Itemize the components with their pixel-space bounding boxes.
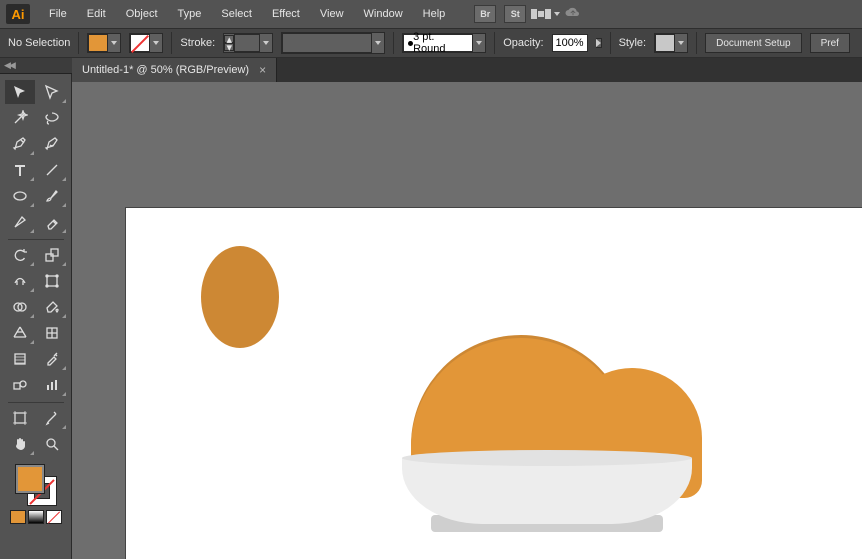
document-tabstrip: Untitled-1* @ 50% (RGB/Preview) × — [72, 58, 862, 82]
chevron-right-icon — [596, 39, 601, 47]
ellipse-tool[interactable] — [5, 184, 35, 208]
color-mode-gradient[interactable] — [28, 510, 44, 524]
main-menubar: Ai File Edit Object Type Select Effect V… — [0, 0, 862, 28]
opacity-dropdown[interactable] — [596, 38, 602, 48]
chevron-down-icon — [375, 41, 381, 45]
stroke-weight-field[interactable]: ▴▾ — [223, 33, 273, 53]
shape-builder-tool[interactable] — [5, 295, 35, 319]
chevron-down-icon — [153, 41, 159, 45]
chevron-down-icon — [111, 41, 117, 45]
control-bar: No Selection Stroke: ▴▾ 3 pt. Round Opac… — [0, 28, 862, 58]
shaper-tool[interactable] — [5, 210, 35, 234]
menu-file[interactable]: File — [40, 4, 76, 24]
live-paint-tool[interactable] — [37, 295, 67, 319]
stepper-icon: ▴▾ — [224, 35, 234, 51]
canvas-viewport[interactable] — [72, 82, 862, 559]
width-tool[interactable] — [5, 269, 35, 293]
toolbox — [0, 74, 72, 559]
menu-type[interactable]: Type — [169, 4, 211, 24]
menu-effect[interactable]: Effect — [263, 4, 309, 24]
stroke-label: Stroke: — [180, 37, 215, 49]
chevron-down-icon — [678, 41, 684, 45]
arrange-documents-button[interactable] — [534, 5, 556, 23]
chevron-down-icon — [263, 41, 269, 45]
menu-edit[interactable]: Edit — [78, 4, 115, 24]
brush-definition-dropdown[interactable]: 3 pt. Round — [402, 33, 486, 53]
stock-button[interactable]: St — [504, 5, 526, 23]
arrange-icon — [531, 9, 551, 19]
double-chevron-left-icon: ◀◀ — [4, 60, 14, 71]
close-icon[interactable]: × — [259, 63, 266, 77]
selection-tool[interactable] — [5, 80, 35, 104]
gradient-tool[interactable] — [5, 347, 35, 371]
artwork-egg[interactable] — [201, 246, 279, 348]
brush-label: 3 pt. Round — [413, 31, 468, 55]
direct-selection-tool[interactable] — [37, 80, 67, 104]
magic-wand-tool[interactable] — [5, 106, 35, 130]
menu-help[interactable]: Help — [414, 4, 455, 24]
rotate-tool[interactable] — [5, 243, 35, 267]
menu-object[interactable]: Object — [117, 4, 167, 24]
fill-stroke-control[interactable] — [15, 464, 57, 506]
artboard[interactable] — [125, 207, 862, 559]
menu-window[interactable]: Window — [355, 4, 412, 24]
app-logo: Ai — [6, 4, 30, 24]
document-tab-title: Untitled-1* @ 50% (RGB/Preview) — [82, 64, 249, 76]
stroke-swatch-none — [130, 34, 150, 52]
zoom-tool[interactable] — [37, 432, 67, 456]
chevron-down-icon — [554, 12, 560, 16]
lasso-tool[interactable] — [37, 106, 67, 130]
type-tool[interactable] — [5, 158, 35, 182]
var-width-profile-dropdown[interactable] — [281, 32, 385, 54]
document-tab[interactable]: Untitled-1* @ 50% (RGB/Preview) × — [72, 58, 277, 82]
fill-color-box[interactable] — [15, 464, 45, 494]
column-graph-tool[interactable] — [37, 373, 67, 397]
style-label: Style: — [619, 37, 647, 49]
bridge-button[interactable]: Br — [474, 5, 496, 23]
opacity-label: Opacity: — [503, 37, 543, 49]
paintbrush-tool[interactable] — [37, 184, 67, 208]
scale-tool[interactable] — [37, 243, 67, 267]
line-segment-tool[interactable] — [37, 158, 67, 182]
color-mode-row — [10, 510, 62, 524]
sync-icon[interactable] — [564, 6, 582, 23]
color-mode-solid[interactable] — [10, 510, 26, 524]
blend-tool[interactable] — [5, 373, 35, 397]
hand-tool[interactable] — [5, 432, 35, 456]
preferences-button[interactable]: Pref — [810, 33, 850, 53]
color-mode-none[interactable] — [46, 510, 62, 524]
mesh-tool[interactable] — [37, 321, 67, 345]
document-setup-button[interactable]: Document Setup — [705, 33, 802, 53]
artboard-tool[interactable] — [5, 406, 35, 430]
eyedropper-tool[interactable] — [37, 347, 67, 371]
panel-collapse-strip[interactable]: ◀◀ — [0, 58, 72, 74]
menu-select[interactable]: Select — [212, 4, 261, 24]
perspective-grid-tool[interactable] — [5, 321, 35, 345]
eraser-tool[interactable] — [37, 210, 67, 234]
artwork-bowl[interactable] — [402, 458, 692, 524]
slice-tool[interactable] — [37, 406, 67, 430]
menu-view[interactable]: View — [311, 4, 353, 24]
fill-swatch-dropdown[interactable] — [87, 33, 121, 53]
stroke-swatch-dropdown[interactable] — [129, 33, 163, 53]
style-swatch-dropdown[interactable] — [654, 33, 688, 53]
chevron-down-icon — [476, 41, 482, 45]
free-transform-tool[interactable] — [37, 269, 67, 293]
style-swatch — [655, 34, 675, 52]
selection-status: No Selection — [8, 37, 70, 49]
fill-swatch — [88, 34, 108, 52]
curvature-tool[interactable] — [37, 132, 67, 156]
opacity-input[interactable]: 100% — [552, 34, 588, 52]
pen-tool[interactable] — [5, 132, 35, 156]
